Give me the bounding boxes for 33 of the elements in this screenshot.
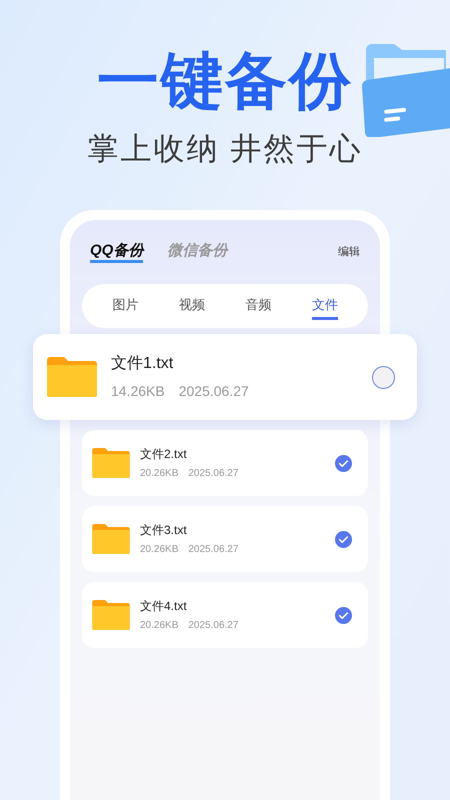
edit-link[interactable]: 编辑 (338, 244, 360, 260)
file-card[interactable]: 文件3.txt 20.26KB 2025.06.27 (82, 506, 368, 572)
category-tab[interactable]: 文件 (312, 292, 338, 320)
category-tab[interactable]: 音频 (245, 292, 272, 320)
file-name: 文件2.txt (140, 446, 188, 463)
file-size: 20.26KB (140, 467, 178, 481)
category-tab[interactable]: 图片 (112, 292, 138, 320)
file-card[interactable]: 文件4.txt 20.26KB 2025.06.27 (82, 582, 368, 648)
headline: 一键备份 (97, 46, 353, 118)
file-date: 2025.06.27 (188, 619, 238, 633)
file-card[interactable]: 文件1.txt 14.26KB 2025.06.27 (33, 334, 417, 420)
file-date: 2025.06.27 (188, 467, 238, 481)
file-name: 文件4.txt (140, 598, 188, 615)
checkbox-checked-icon[interactable] (335, 606, 352, 624)
folder-icon (92, 448, 130, 478)
folder-icon (92, 524, 130, 554)
file-name: 文件3.txt (140, 522, 188, 539)
file-card[interactable]: 文件2.txt 20.26KB 2025.06.27 (82, 430, 368, 496)
file-date: 2025.06.27 (178, 382, 249, 400)
subtitle: 掌上收纳 井然于心 (88, 130, 362, 168)
category-tab[interactable]: 视频 (178, 292, 205, 320)
folder-icon (47, 357, 97, 397)
file-name: 文件1.txt (111, 354, 174, 374)
folder-illustration-icon (362, 42, 450, 137)
checkbox-checked-icon[interactable] (335, 454, 352, 472)
file-size: 20.26KB (140, 619, 178, 633)
checkbox[interactable] (372, 366, 395, 388)
folder-icon (92, 600, 130, 630)
source-tab[interactable]: QQ备份 (90, 242, 144, 262)
file-size: 14.26KB (111, 382, 165, 400)
file-size: 20.26KB (140, 543, 178, 557)
checkbox-checked-icon[interactable] (335, 530, 352, 548)
file-date: 2025.06.27 (188, 543, 238, 557)
